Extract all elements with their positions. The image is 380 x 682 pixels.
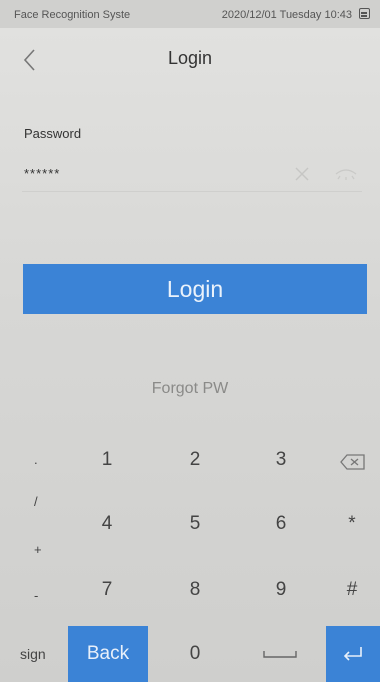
- app-name: Face Recognition Syste: [14, 9, 131, 21]
- password-field[interactable]: ******: [22, 160, 362, 192]
- key-minus[interactable]: -: [34, 588, 38, 603]
- key-sign[interactable]: sign: [20, 646, 46, 662]
- key-3[interactable]: 3: [241, 432, 321, 488]
- key-dot[interactable]: .: [34, 452, 38, 467]
- space-icon: [263, 651, 297, 658]
- key-6[interactable]: 6: [241, 496, 321, 552]
- status-datetime: 2020/12/01 Tuesday 10:43: [221, 9, 352, 21]
- key-8[interactable]: 8: [155, 562, 235, 618]
- eye-icon[interactable]: [334, 166, 358, 182]
- enter-key[interactable]: [326, 626, 380, 682]
- key-0[interactable]: 0: [155, 626, 235, 682]
- space-key[interactable]: [245, 626, 315, 682]
- key-slash[interactable]: /: [34, 494, 38, 509]
- key-2[interactable]: 2: [155, 432, 235, 488]
- key-1[interactable]: 1: [67, 432, 147, 488]
- status-bar: Face Recognition Syste 2020/12/01 Tuesda…: [0, 0, 380, 28]
- forgot-password-link[interactable]: Forgot PW: [0, 380, 380, 398]
- key-hash[interactable]: #: [312, 562, 380, 618]
- password-value: ******: [24, 166, 61, 181]
- password-label: Password: [24, 126, 82, 141]
- key-7[interactable]: 7: [67, 562, 147, 618]
- key-4[interactable]: 4: [67, 496, 147, 552]
- backspace-key[interactable]: [326, 442, 380, 482]
- close-icon[interactable]: [292, 164, 312, 184]
- back-button[interactable]: Back: [68, 626, 148, 682]
- menu-box-icon: [359, 8, 370, 19]
- key-star[interactable]: *: [312, 496, 380, 552]
- key-9[interactable]: 9: [241, 562, 321, 618]
- backspace-icon: [340, 454, 365, 470]
- numeric-keypad: . / + - sign 1 2 3 4 5 6 * 7 8 9 # Back …: [0, 430, 380, 682]
- key-plus[interactable]: +: [34, 542, 42, 557]
- login-button[interactable]: Login: [23, 264, 367, 314]
- device-screen: Face Recognition Syste 2020/12/01 Tuesda…: [0, 0, 380, 682]
- page-title: Login: [167, 48, 213, 68]
- enter-icon: [343, 647, 362, 661]
- header: Login: [0, 28, 380, 92]
- key-5[interactable]: 5: [155, 496, 235, 552]
